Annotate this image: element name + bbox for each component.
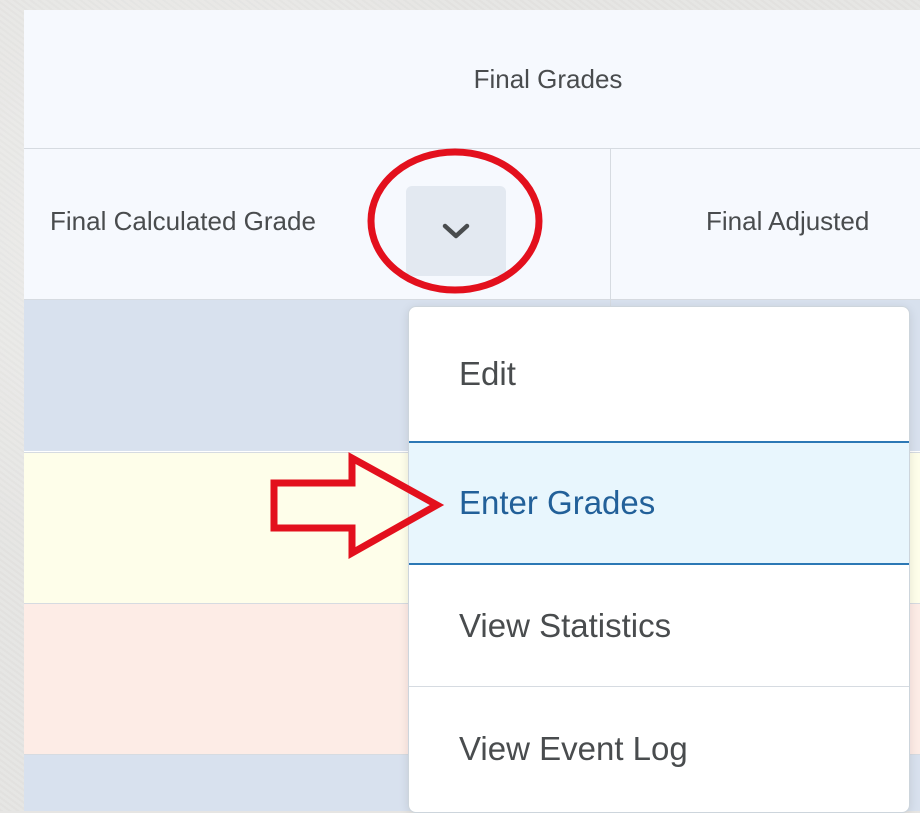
menu-item-view-statistics[interactable]: View Statistics (409, 565, 909, 687)
menu-item-edit[interactable]: Edit (409, 307, 909, 441)
column-header-final-adjusted-grade: Final Adjusted (706, 206, 870, 236)
group-header-title: Final Grades (473, 63, 623, 94)
group-header: Final Grades (24, 10, 920, 149)
menu-item-enter-grades[interactable]: Enter Grades (409, 441, 909, 565)
menu-item-view-event-log[interactable]: View Event Log (409, 688, 909, 810)
column-options-menu: Edit Enter Grades View Statistics View E… (408, 306, 910, 813)
column-options-button[interactable] (406, 186, 506, 276)
chevron-down-icon (442, 223, 470, 239)
column-header-final-calculated-grade: Final Calculated Grade (50, 206, 316, 236)
